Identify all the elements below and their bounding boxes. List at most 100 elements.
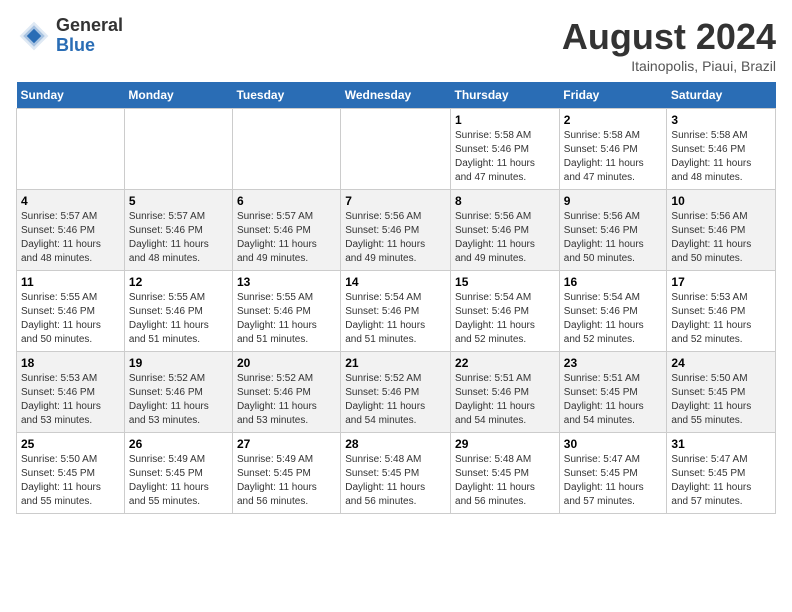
day-cell: 1 Sunrise: 5:58 AM Sunset: 5:46 PM Daylig… <box>451 109 560 190</box>
day-cell: 30Sunrise: 5:47 AM Sunset: 5:45 PM Dayli… <box>559 433 667 514</box>
day-cell: 27 Sunrise: 5:49 AM Sunset: 5:45 PM Dayli… <box>232 433 340 514</box>
page-header: General Blue August 2024 Itainopolis, Pi… <box>16 16 776 74</box>
day-info: Sunrise: 5:52 AM Sunset: 5:46 PM Dayligh… <box>237 372 336 428</box>
week-row-1: 1 Sunrise: 5:58 AM Sunset: 5:46 PM Daylig… <box>17 109 776 190</box>
day-cell: 19Sunrise: 5:52 AM Sunset: 5:46 PM Dayli… <box>124 352 232 433</box>
day-cell: 14Sunrise: 5:54 AM Sunset: 5:46 PM Dayli… <box>341 271 451 352</box>
day-info: Sunrise: 5:49 AM Sunset: 5:45 PM Dayligh… <box>129 453 228 509</box>
day-number: 11 <box>21 275 120 289</box>
day-cell: 11 Sunrise: 5:55 AM Sunset: 5:46 PM Dayli… <box>17 271 125 352</box>
day-info: Sunrise: 5:55 AM Sunset: 5:46 PM Dayligh… <box>237 291 336 347</box>
day-number: 25 <box>21 437 120 451</box>
day-number: 8 <box>455 194 555 208</box>
day-info: Sunrise: 5:58 AM Sunset: 5:46 PM Dayligh… <box>671 129 771 185</box>
day-cell: 22Sunrise: 5:51 AM Sunset: 5:46 PM Dayli… <box>451 352 560 433</box>
day-info: Sunrise: 5:55 AM Sunset: 5:46 PM Dayligh… <box>129 291 228 347</box>
day-number: 18 <box>21 356 120 370</box>
day-header-tuesday: Tuesday <box>232 82 340 109</box>
day-cell <box>341 109 451 190</box>
day-info: Sunrise: 5:47 AM Sunset: 5:45 PM Dayligh… <box>564 453 663 509</box>
day-number: 28 <box>345 437 446 451</box>
day-info: Sunrise: 5:58 AM Sunset: 5:46 PM Dayligh… <box>564 129 663 185</box>
day-info: Sunrise: 5:48 AM Sunset: 5:45 PM Dayligh… <box>345 453 446 509</box>
day-info: Sunrise: 5:57 AM Sunset: 5:46 PM Dayligh… <box>21 210 120 266</box>
day-cell <box>124 109 232 190</box>
day-cell: 28 Sunrise: 5:48 AM Sunset: 5:45 PM Dayli… <box>341 433 451 514</box>
day-cell: 26 Sunrise: 5:49 AM Sunset: 5:45 PM Dayli… <box>124 433 232 514</box>
days-header-row: SundayMondayTuesdayWednesdayThursdayFrid… <box>17 82 776 109</box>
logo-blue-text: Blue <box>56 36 123 56</box>
logo-icon <box>16 18 52 54</box>
day-number: 7 <box>345 194 446 208</box>
day-cell: 7 Sunrise: 5:56 AM Sunset: 5:46 PM Daylig… <box>341 190 451 271</box>
day-header-saturday: Saturday <box>667 82 776 109</box>
day-info: Sunrise: 5:53 AM Sunset: 5:46 PM Dayligh… <box>21 372 120 428</box>
day-info: Sunrise: 5:56 AM Sunset: 5:46 PM Dayligh… <box>345 210 446 266</box>
day-cell: 5Sunrise: 5:57 AM Sunset: 5:46 PM Daylig… <box>124 190 232 271</box>
day-number: 16 <box>564 275 663 289</box>
day-cell: 25 Sunrise: 5:50 AM Sunset: 5:45 PM Dayli… <box>17 433 125 514</box>
day-info: Sunrise: 5:49 AM Sunset: 5:45 PM Dayligh… <box>237 453 336 509</box>
day-info: Sunrise: 5:50 AM Sunset: 5:45 PM Dayligh… <box>21 453 120 509</box>
day-cell: 10Sunrise: 5:56 AM Sunset: 5:46 PM Dayli… <box>667 190 776 271</box>
day-cell: 13 Sunrise: 5:55 AM Sunset: 5:46 PM Dayli… <box>232 271 340 352</box>
day-info: Sunrise: 5:57 AM Sunset: 5:46 PM Dayligh… <box>129 210 228 266</box>
day-cell: 24 Sunrise: 5:50 AM Sunset: 5:45 PM Dayli… <box>667 352 776 433</box>
location-text: Itainopolis, Piaui, Brazil <box>562 58 776 74</box>
day-number: 3 <box>671 113 771 127</box>
day-header-friday: Friday <box>559 82 667 109</box>
day-header-thursday: Thursday <box>451 82 560 109</box>
day-info: Sunrise: 5:53 AM Sunset: 5:46 PM Dayligh… <box>671 291 771 347</box>
day-number: 1 <box>455 113 555 127</box>
day-info: Sunrise: 5:54 AM Sunset: 5:46 PM Dayligh… <box>455 291 555 347</box>
day-cell: 31 Sunrise: 5:47 AM Sunset: 5:45 PM Dayli… <box>667 433 776 514</box>
day-number: 13 <box>237 275 336 289</box>
day-info: Sunrise: 5:51 AM Sunset: 5:46 PM Dayligh… <box>455 372 555 428</box>
day-cell: 23 Sunrise: 5:51 AM Sunset: 5:45 PM Dayli… <box>559 352 667 433</box>
day-number: 27 <box>237 437 336 451</box>
day-number: 23 <box>564 356 663 370</box>
day-number: 4 <box>21 194 120 208</box>
day-info: Sunrise: 5:48 AM Sunset: 5:45 PM Dayligh… <box>455 453 555 509</box>
day-number: 26 <box>129 437 228 451</box>
day-cell: 4 Sunrise: 5:57 AM Sunset: 5:46 PM Daylig… <box>17 190 125 271</box>
month-title: August 2024 <box>562 16 776 58</box>
week-row-4: 18 Sunrise: 5:53 AM Sunset: 5:46 PM Dayli… <box>17 352 776 433</box>
day-number: 2 <box>564 113 663 127</box>
day-cell <box>232 109 340 190</box>
day-cell: 21Sunrise: 5:52 AM Sunset: 5:46 PM Dayli… <box>341 352 451 433</box>
day-number: 31 <box>671 437 771 451</box>
day-info: Sunrise: 5:50 AM Sunset: 5:45 PM Dayligh… <box>671 372 771 428</box>
day-number: 21 <box>345 356 446 370</box>
calendar-table: SundayMondayTuesdayWednesdayThursdayFrid… <box>16 82 776 514</box>
day-info: Sunrise: 5:54 AM Sunset: 5:46 PM Dayligh… <box>345 291 446 347</box>
day-number: 17 <box>671 275 771 289</box>
day-cell: 29Sunrise: 5:48 AM Sunset: 5:45 PM Dayli… <box>451 433 560 514</box>
day-info: Sunrise: 5:56 AM Sunset: 5:46 PM Dayligh… <box>455 210 555 266</box>
day-cell <box>17 109 125 190</box>
day-number: 12 <box>129 275 228 289</box>
week-row-2: 4 Sunrise: 5:57 AM Sunset: 5:46 PM Daylig… <box>17 190 776 271</box>
day-header-monday: Monday <box>124 82 232 109</box>
day-cell: 20 Sunrise: 5:52 AM Sunset: 5:46 PM Dayli… <box>232 352 340 433</box>
day-info: Sunrise: 5:56 AM Sunset: 5:46 PM Dayligh… <box>564 210 663 266</box>
day-info: Sunrise: 5:47 AM Sunset: 5:45 PM Dayligh… <box>671 453 771 509</box>
logo: General Blue <box>16 16 123 56</box>
logo-general-text: General <box>56 16 123 36</box>
day-info: Sunrise: 5:55 AM Sunset: 5:46 PM Dayligh… <box>21 291 120 347</box>
day-number: 9 <box>564 194 663 208</box>
day-cell: 15 Sunrise: 5:54 AM Sunset: 5:46 PM Dayli… <box>451 271 560 352</box>
day-number: 20 <box>237 356 336 370</box>
day-info: Sunrise: 5:51 AM Sunset: 5:45 PM Dayligh… <box>564 372 663 428</box>
day-cell: 16Sunrise: 5:54 AM Sunset: 5:46 PM Dayli… <box>559 271 667 352</box>
week-row-3: 11 Sunrise: 5:55 AM Sunset: 5:46 PM Dayli… <box>17 271 776 352</box>
week-row-5: 25 Sunrise: 5:50 AM Sunset: 5:45 PM Dayli… <box>17 433 776 514</box>
day-info: Sunrise: 5:58 AM Sunset: 5:46 PM Dayligh… <box>455 129 555 185</box>
day-cell: 3 Sunrise: 5:58 AM Sunset: 5:46 PM Daylig… <box>667 109 776 190</box>
day-number: 10 <box>671 194 771 208</box>
day-info: Sunrise: 5:57 AM Sunset: 5:46 PM Dayligh… <box>237 210 336 266</box>
day-cell: 9 Sunrise: 5:56 AM Sunset: 5:46 PM Daylig… <box>559 190 667 271</box>
day-header-sunday: Sunday <box>17 82 125 109</box>
day-number: 15 <box>455 275 555 289</box>
day-number: 24 <box>671 356 771 370</box>
